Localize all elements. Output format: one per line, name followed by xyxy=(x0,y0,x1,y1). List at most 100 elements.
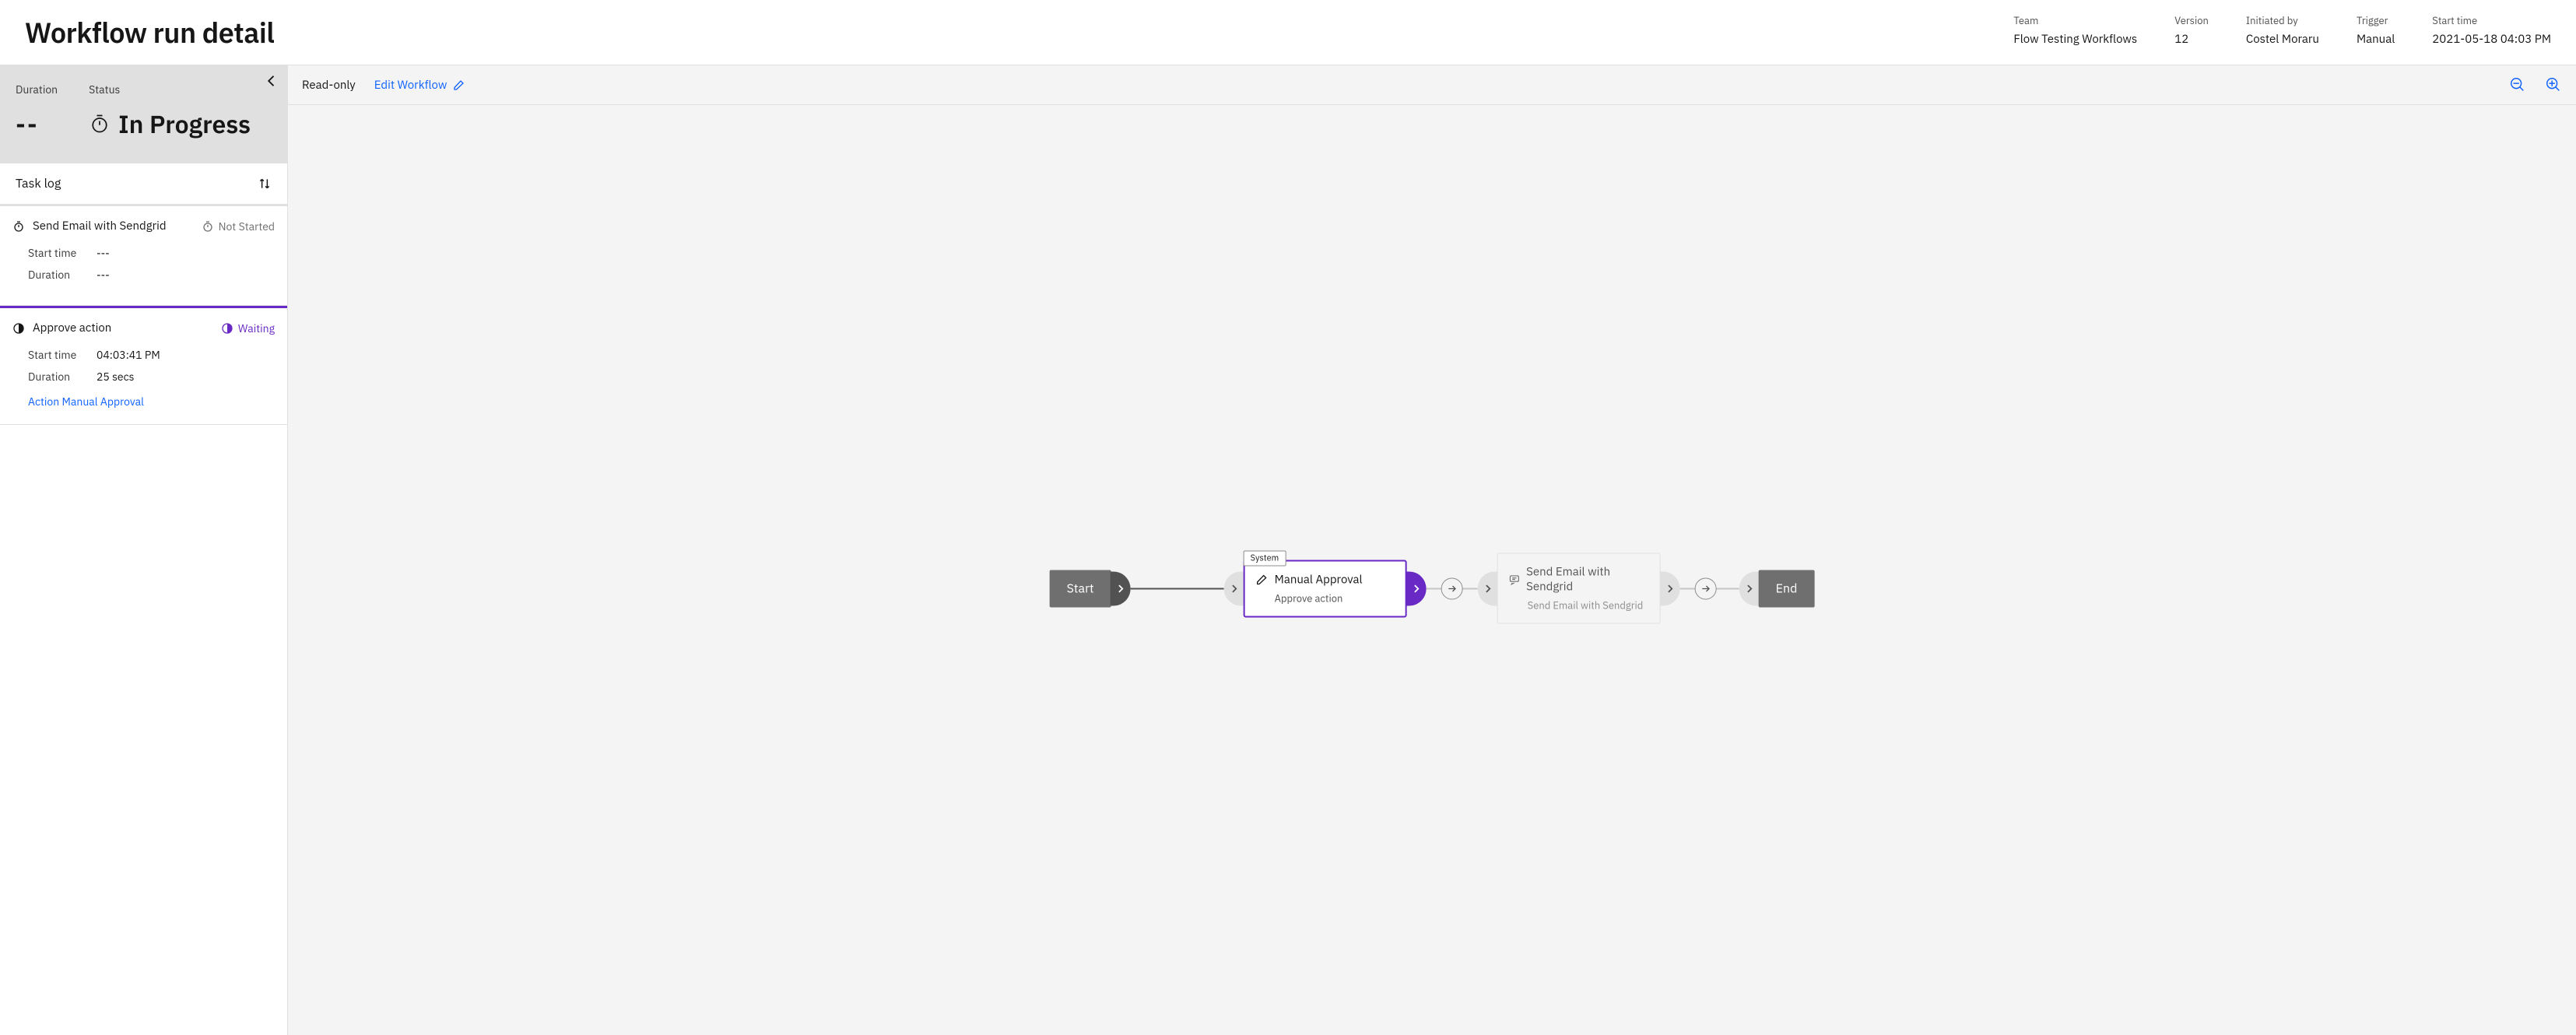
edge xyxy=(1680,588,1696,589)
manual-approval-node[interactable]: System Manual Approval Approve action xyxy=(1244,560,1407,617)
summary-status-label: Status xyxy=(89,82,251,96)
task-name: Approve action xyxy=(12,321,111,335)
meta-trigger-value: Manual xyxy=(2357,32,2395,47)
end-node[interactable]: End xyxy=(1759,570,1815,607)
task-status-text: Waiting xyxy=(238,321,275,335)
meta-trigger: Trigger Manual xyxy=(2357,14,2395,47)
meta-team: Team Flow Testing Workflows xyxy=(2013,14,2137,47)
task-duration-value: --- xyxy=(97,268,110,282)
meta-start-time-value: 2021-05-18 04:03 PM xyxy=(2432,32,2551,47)
sidebar: Duration -- Status In Progress xyxy=(0,65,288,1035)
zoom-out-icon xyxy=(2509,76,2526,93)
approval-in-port[interactable] xyxy=(1224,571,1244,605)
task-status: Not Started xyxy=(202,219,275,233)
meta-version-value: 12 xyxy=(2174,32,2209,47)
meta-version: Version 12 xyxy=(2174,14,2209,47)
end-node-label: End xyxy=(1776,581,1798,596)
half-circle-icon xyxy=(221,322,233,335)
chevron-left-icon xyxy=(264,73,279,89)
edge xyxy=(1427,588,1442,589)
meta-initiated-value: Costel Moraru xyxy=(2246,32,2319,47)
half-circle-icon xyxy=(12,322,25,335)
workflow-flow: Start System Manual Approval xyxy=(1050,553,1815,624)
task-item-send-email[interactable]: Send Email with Sendgrid Not Started Sta… xyxy=(0,206,287,306)
task-duration-label: Duration xyxy=(28,268,82,282)
header: Workflow run detail Team Flow Testing Wo… xyxy=(0,0,2576,65)
zoom-in-button[interactable] xyxy=(2545,76,2562,93)
chevron-right-icon xyxy=(1115,583,1126,594)
timer-icon xyxy=(202,220,214,233)
tasklog-header: Task log xyxy=(0,163,287,206)
chevron-right-icon xyxy=(1665,583,1676,594)
canvas-toolbar: Read-only Edit Workflow xyxy=(288,65,2576,105)
workflow-canvas[interactable]: Start System Manual Approval xyxy=(288,105,2576,1035)
start-node[interactable]: Start xyxy=(1050,570,1111,607)
email-node-subtitle: Send Email with Sendgrid xyxy=(1528,599,1648,612)
approval-out-port[interactable] xyxy=(1406,571,1427,605)
email-out-port[interactable] xyxy=(1660,571,1680,605)
tasklog-title: Task log xyxy=(16,176,61,191)
zoom-in-icon xyxy=(2545,76,2562,93)
approval-node-title: Manual Approval xyxy=(1256,572,1393,587)
task-name-text: Approve action xyxy=(33,321,111,335)
chat-icon xyxy=(1509,574,1521,586)
edit-workflow-text: Edit Workflow xyxy=(374,78,447,93)
timer-icon xyxy=(89,113,111,135)
task-start-label: Start time xyxy=(28,348,82,362)
task-start-label: Start time xyxy=(28,246,82,260)
arrow-right-icon xyxy=(1700,583,1711,594)
sort-arrows-icon xyxy=(258,177,272,191)
edit-icon xyxy=(453,79,465,91)
meta-start-time-label: Start time xyxy=(2432,14,2551,27)
summary-duration-value: -- xyxy=(16,107,58,140)
page-title: Workflow run detail xyxy=(25,14,1982,51)
meta-trigger-label: Trigger xyxy=(2357,14,2395,27)
task-start-value: --- xyxy=(97,246,110,260)
edit-workflow-link[interactable]: Edit Workflow xyxy=(374,78,466,93)
task-start-value: 04:03:41 PM xyxy=(97,348,160,362)
sort-button[interactable] xyxy=(258,177,272,191)
meta-version-label: Version xyxy=(2174,14,2209,27)
edge-junction[interactable] xyxy=(1695,577,1717,599)
approval-node-title-text: Manual Approval xyxy=(1275,572,1363,587)
task-body: Start time --- Duration --- xyxy=(0,243,287,305)
summary-status: Status In Progress xyxy=(89,82,251,140)
system-tag: System xyxy=(1244,550,1286,566)
task-body: Start time 04:03:41 PM Duration 25 secs … xyxy=(0,345,287,424)
summary-duration-label: Duration xyxy=(16,82,58,96)
task-action-link[interactable]: Action Manual Approval xyxy=(28,395,275,409)
readonly-label: Read-only xyxy=(302,78,356,93)
meta-initiated-label: Initiated by xyxy=(2246,14,2319,27)
meta-start-time: Start time 2021-05-18 04:03 PM xyxy=(2432,14,2551,47)
summary-duration: Duration -- xyxy=(16,82,58,140)
arrow-right-icon xyxy=(1447,583,1458,594)
meta-group: Team Flow Testing Workflows Version 12 I… xyxy=(2013,14,2551,47)
task-head: Approve action Waiting xyxy=(0,308,287,345)
chevron-right-icon xyxy=(1411,583,1422,594)
edge-junction[interactable] xyxy=(1441,577,1463,599)
task-status: Waiting xyxy=(221,321,275,335)
start-node-label: Start xyxy=(1067,581,1094,596)
edge xyxy=(1716,588,1739,589)
task-item-approve-action[interactable]: Approve action Waiting Start time 04:03:… xyxy=(0,306,287,425)
start-out-port[interactable] xyxy=(1111,571,1131,605)
send-email-node[interactable]: Send Email with Sendgrid Send Email with… xyxy=(1497,553,1661,624)
task-name-text: Send Email with Sendgrid xyxy=(33,219,167,233)
end-in-port[interactable] xyxy=(1739,571,1760,605)
edge xyxy=(1462,588,1478,589)
chevron-right-icon xyxy=(1229,583,1240,594)
chevron-right-icon xyxy=(1744,583,1755,594)
task-status-text: Not Started xyxy=(219,219,275,233)
main: Duration -- Status In Progress xyxy=(0,65,2576,1035)
task-duration-value: 25 secs xyxy=(97,370,134,384)
meta-initiated: Initiated by Costel Moraru xyxy=(2246,14,2319,47)
edge xyxy=(1131,588,1224,589)
run-summary: Duration -- Status In Progress xyxy=(0,65,287,163)
email-in-port[interactable] xyxy=(1478,571,1498,605)
task-name: Send Email with Sendgrid xyxy=(12,219,167,233)
summary-status-text: In Progress xyxy=(118,107,251,140)
email-node-title: Send Email with Sendgrid xyxy=(1509,565,1648,595)
meta-team-value: Flow Testing Workflows xyxy=(2013,32,2137,47)
zoom-out-button[interactable] xyxy=(2509,76,2526,93)
collapse-sidebar-button[interactable] xyxy=(264,73,279,89)
